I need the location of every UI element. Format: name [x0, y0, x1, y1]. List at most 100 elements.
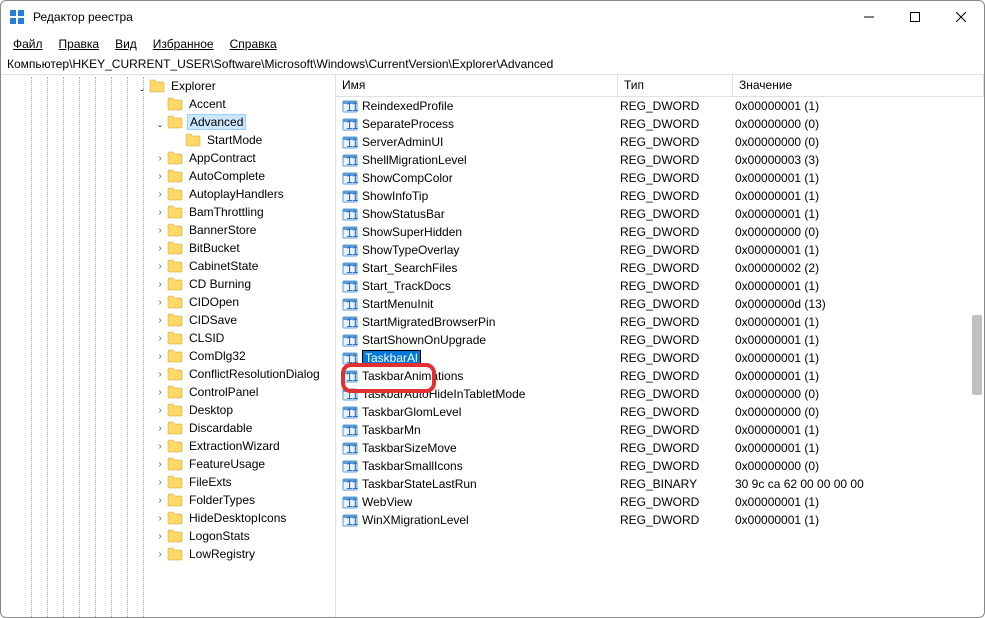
menu-edit[interactable]: Правка: [53, 35, 106, 53]
value-name[interactable]: StartMenuInit: [362, 297, 433, 311]
value-name[interactable]: TaskbarAnimations: [362, 369, 463, 383]
value-name[interactable]: TaskbarStateLastRun: [362, 477, 477, 491]
chevron-right-icon[interactable]: ›: [153, 171, 167, 182]
value-name[interactable]: TaskbarSizeMove: [362, 441, 457, 455]
column-value[interactable]: Значение: [733, 75, 984, 96]
value-name[interactable]: TaskbarSmallIcons: [362, 459, 463, 473]
value-row[interactable]: 110ReindexedProfileREG_DWORD0x00000001 (…: [336, 97, 984, 115]
value-name[interactable]: ShowInfoTip: [362, 189, 428, 203]
scrollbar-thumb[interactable]: [972, 315, 982, 395]
chevron-right-icon[interactable]: ›: [153, 477, 167, 488]
value-row[interactable]: 110TaskbarSmallIconsREG_DWORD0x00000000 …: [336, 457, 984, 475]
chevron-right-icon[interactable]: ›: [153, 513, 167, 524]
chevron-right-icon[interactable]: ›: [153, 531, 167, 542]
value-row[interactable]: 110TaskbarSizeMoveREG_DWORD0x00000001 (1…: [336, 439, 984, 457]
value-name[interactable]: TaskbarAutoHideInTabletMode: [362, 387, 525, 401]
value-row[interactable]: 110SeparateProcessREG_DWORD0x00000000 (0…: [336, 115, 984, 133]
tree-item[interactable]: ›ConflictResolutionDialog: [1, 365, 335, 383]
value-row[interactable]: 110TaskbarAutoHideInTabletModeREG_DWORD0…: [336, 385, 984, 403]
value-row[interactable]: 110ShowStatusBarREG_DWORD0x00000001 (1): [336, 205, 984, 223]
tree-item[interactable]: ›ControlPanel: [1, 383, 335, 401]
chevron-right-icon[interactable]: ›: [153, 405, 167, 416]
value-row[interactable]: 110Start_SearchFilesREG_DWORD0x00000002 …: [336, 259, 984, 277]
tree-item[interactable]: ›AppContract: [1, 149, 335, 167]
maximize-button[interactable]: [892, 1, 938, 33]
tree-item-explorer[interactable]: ˬExplorer: [1, 77, 335, 95]
chevron-right-icon[interactable]: ›: [153, 459, 167, 470]
menu-file[interactable]: Файл: [7, 35, 49, 53]
value-row[interactable]: 110TaskbarMnREG_DWORD0x00000001 (1): [336, 421, 984, 439]
chevron-right-icon[interactable]: ›: [153, 225, 167, 236]
value-name[interactable]: ShowStatusBar: [362, 207, 445, 221]
value-name[interactable]: TaskbarMn: [362, 423, 421, 437]
tree-item[interactable]: ›Accent: [1, 95, 335, 113]
menu-view[interactable]: Вид: [109, 35, 143, 53]
tree-item[interactable]: ›BitBucket: [1, 239, 335, 257]
value-name[interactable]: TaskbarAl: [362, 350, 421, 366]
address-bar[interactable]: Компьютер\HKEY_CURRENT_USER\Software\Mic…: [1, 55, 984, 75]
value-row[interactable]: 110StartShownOnUpgradeREG_DWORD0x0000000…: [336, 331, 984, 349]
tree-item[interactable]: ›CD Burning: [1, 275, 335, 293]
value-name[interactable]: WinXMigrationLevel: [362, 513, 469, 527]
value-row[interactable]: 110TaskbarGlomLevelREG_DWORD0x00000000 (…: [336, 403, 984, 421]
value-name[interactable]: Start_TrackDocs: [362, 279, 451, 293]
chevron-right-icon[interactable]: ›: [153, 279, 167, 290]
value-name[interactable]: StartMigratedBrowserPin: [362, 315, 495, 329]
tree-item[interactable]: ›ExtractionWizard: [1, 437, 335, 455]
chevron-right-icon[interactable]: ›: [153, 369, 167, 380]
close-button[interactable]: [938, 1, 984, 33]
tree-item[interactable]: ›FileExts: [1, 473, 335, 491]
tree-item[interactable]: ˬAdvanced: [1, 113, 335, 131]
tree-item[interactable]: ›BamThrottling: [1, 203, 335, 221]
value-row[interactable]: 110ShowCompColorREG_DWORD0x00000001 (1): [336, 169, 984, 187]
value-name[interactable]: ServerAdminUI: [362, 135, 443, 149]
chevron-right-icon[interactable]: ›: [153, 495, 167, 506]
value-row[interactable]: 110ShowInfoTipREG_DWORD0x00000001 (1): [336, 187, 984, 205]
chevron-right-icon[interactable]: ›: [153, 351, 167, 362]
chevron-right-icon[interactable]: ›: [153, 261, 167, 272]
value-row[interactable]: 110ShowSuperHiddenREG_DWORD0x00000000 (0…: [336, 223, 984, 241]
tree-item[interactable]: ›CabinetState: [1, 257, 335, 275]
value-row[interactable]: 110Start_TrackDocsREG_DWORD0x00000001 (1…: [336, 277, 984, 295]
value-row[interactable]: 110WinXMigrationLevelREG_DWORD0x00000001…: [336, 511, 984, 529]
value-name[interactable]: TaskbarGlomLevel: [362, 405, 461, 419]
tree-item[interactable]: ›HideDesktopIcons: [1, 509, 335, 527]
value-row[interactable]: 110ShowTypeOverlayREG_DWORD0x00000001 (1…: [336, 241, 984, 259]
tree-item[interactable]: ›StartMode: [1, 131, 335, 149]
tree-item[interactable]: ›FeatureUsage: [1, 455, 335, 473]
chevron-right-icon[interactable]: ›: [153, 387, 167, 398]
tree-item[interactable]: ›CIDSave: [1, 311, 335, 329]
chevron-right-icon[interactable]: ›: [153, 549, 167, 560]
value-name[interactable]: Start_SearchFiles: [362, 261, 457, 275]
tree-item[interactable]: ›AutoplayHandlers: [1, 185, 335, 203]
chevron-right-icon[interactable]: ›: [153, 333, 167, 344]
value-row[interactable]: 110TaskbarAlREG_DWORD0x00000001 (1): [336, 349, 984, 367]
menu-help[interactable]: Справка: [224, 35, 283, 53]
chevron-right-icon[interactable]: ›: [153, 153, 167, 164]
chevron-down-icon[interactable]: ˬ: [153, 117, 167, 128]
value-name[interactable]: StartShownOnUpgrade: [362, 333, 486, 347]
chevron-right-icon[interactable]: ›: [153, 189, 167, 200]
tree-item[interactable]: ›AutoComplete: [1, 167, 335, 185]
tree-item[interactable]: ›BannerStore: [1, 221, 335, 239]
value-name[interactable]: ShowSuperHidden: [362, 225, 462, 239]
value-name[interactable]: WebView: [362, 495, 412, 509]
tree-item[interactable]: ›LowRegistry: [1, 545, 335, 563]
value-row[interactable]: 110ShellMigrationLevelREG_DWORD0x0000000…: [336, 151, 984, 169]
chevron-right-icon[interactable]: ›: [153, 207, 167, 218]
chevron-right-icon[interactable]: ›: [153, 315, 167, 326]
tree-item[interactable]: ›Desktop: [1, 401, 335, 419]
tree-item[interactable]: ›CLSID: [1, 329, 335, 347]
value-name[interactable]: ShellMigrationLevel: [362, 153, 467, 167]
minimize-button[interactable]: [846, 1, 892, 33]
column-type[interactable]: Тип: [618, 75, 733, 96]
chevron-down-icon[interactable]: ˬ: [135, 81, 149, 92]
tree-item[interactable]: ›ComDlg32: [1, 347, 335, 365]
menu-favorites[interactable]: Избранное: [147, 35, 220, 53]
value-row[interactable]: 110TaskbarAnimationsREG_DWORD0x00000001 …: [336, 367, 984, 385]
tree-item[interactable]: ›Discardable: [1, 419, 335, 437]
tree-item[interactable]: ›CIDOpen: [1, 293, 335, 311]
value-row[interactable]: 110StartMenuInitREG_DWORD0x0000000d (13): [336, 295, 984, 313]
value-row[interactable]: 110TaskbarStateLastRunREG_BINARY30 9c ca…: [336, 475, 984, 493]
chevron-right-icon[interactable]: ›: [153, 441, 167, 452]
